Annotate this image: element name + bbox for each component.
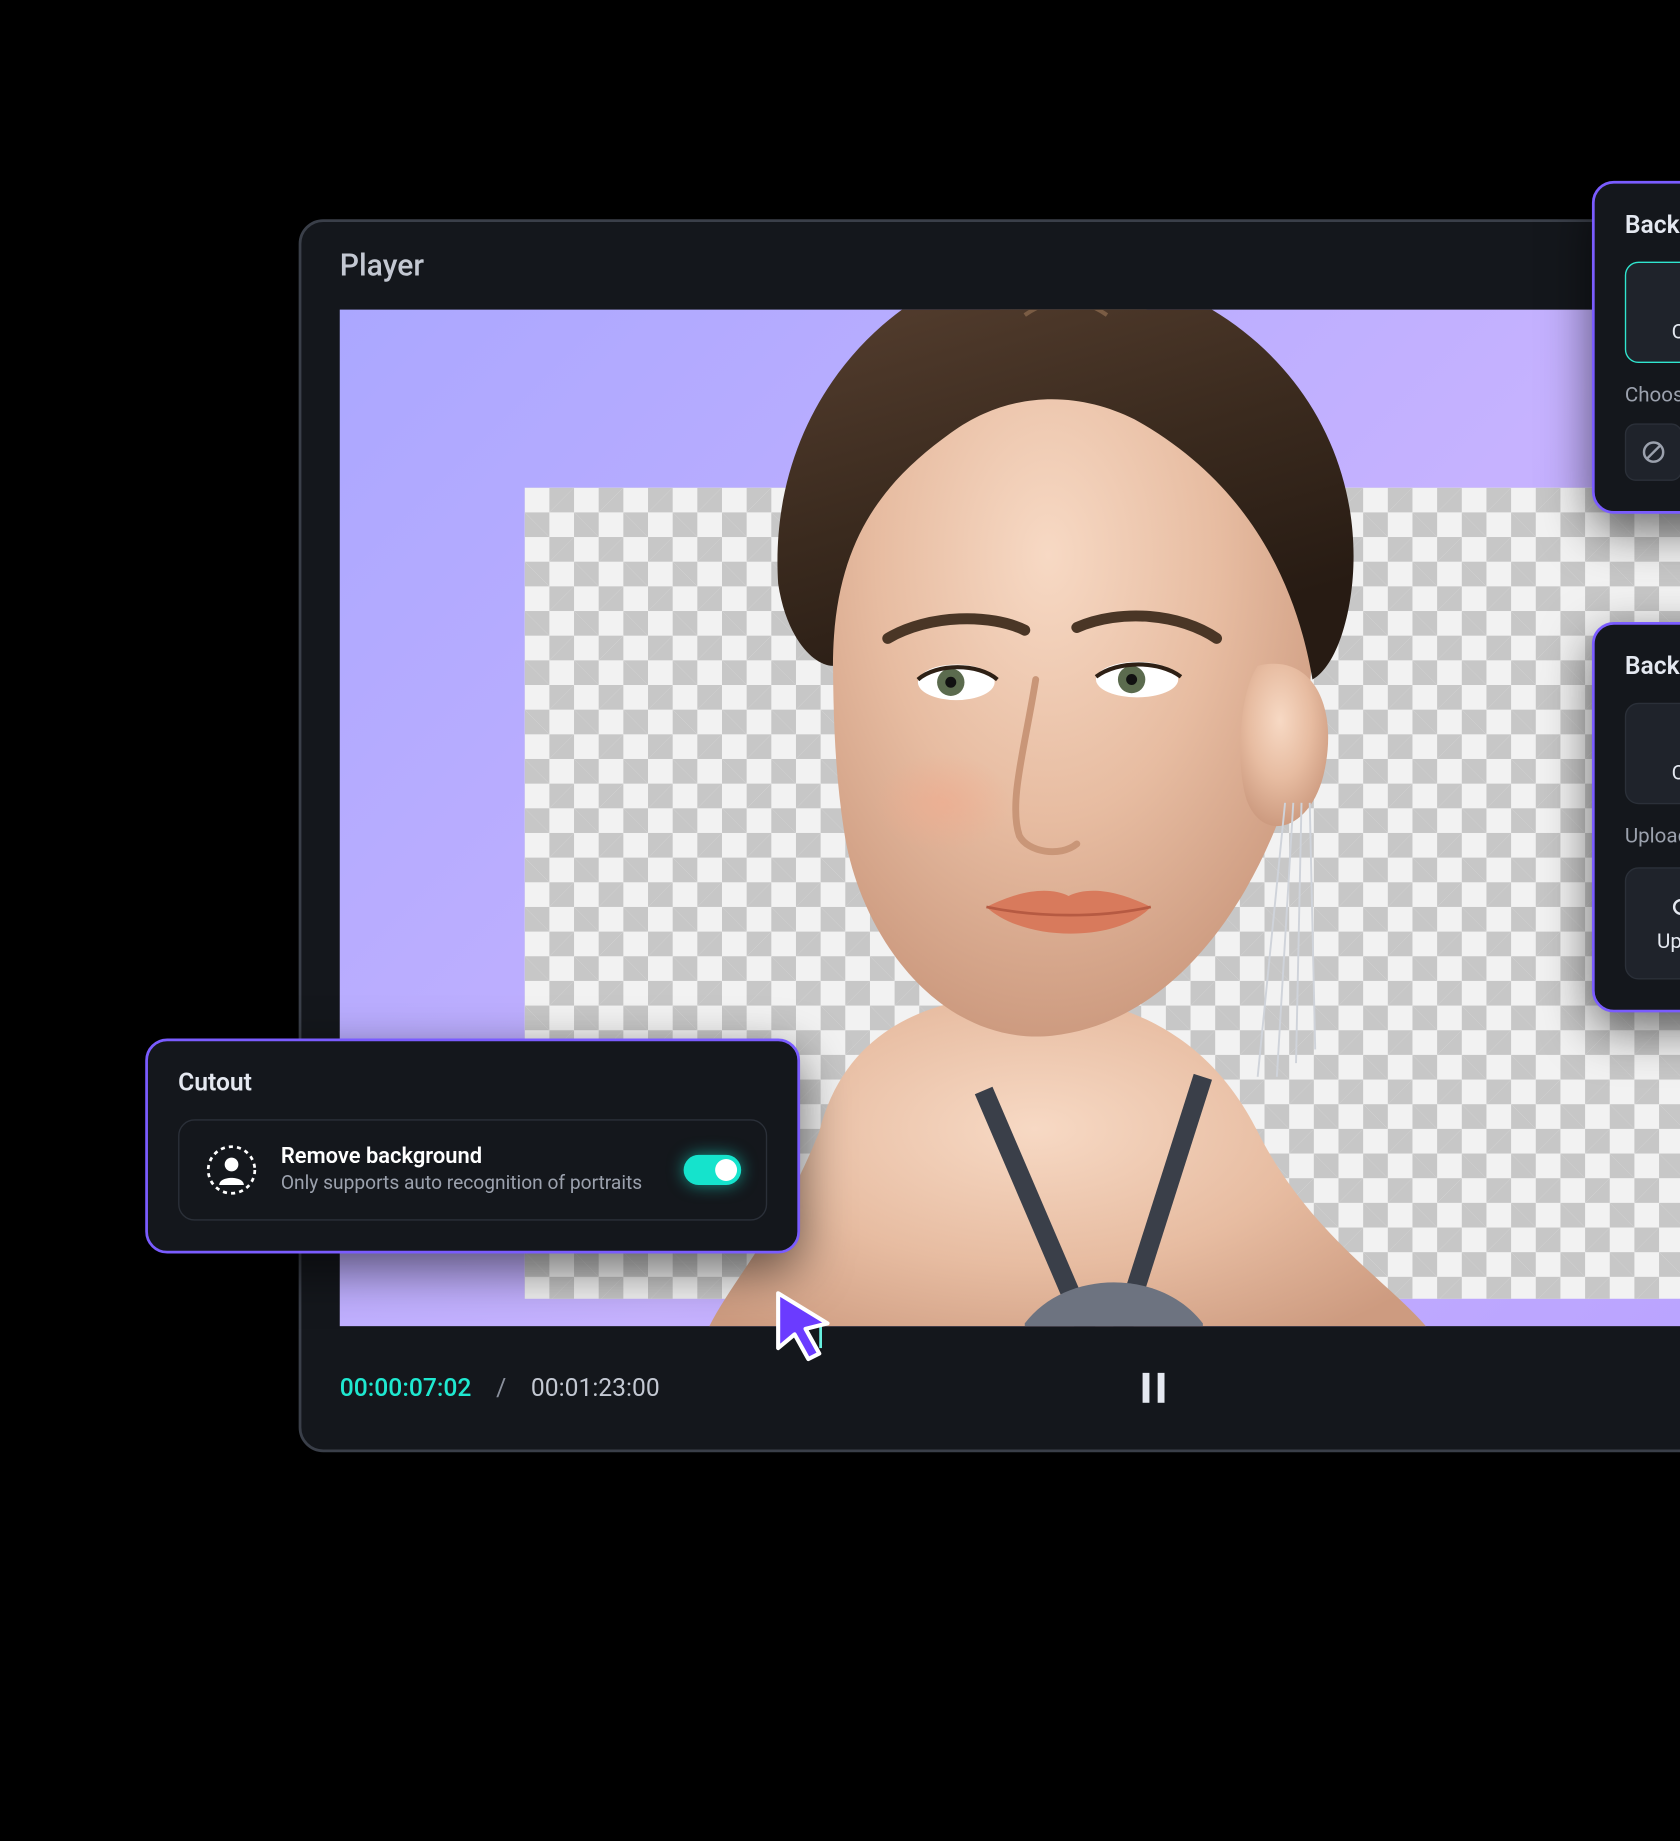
background-panel-image: Background Color Image Video Upload an i… [1592,622,1680,1012]
timecode-separator: / [496,1373,506,1402]
cutout-heading: Cutout [178,1069,767,1098]
remove-bg-toggle[interactable] [684,1155,742,1185]
transport-bar: 00:00:07:02 / 00:01:23:00 16:9 [301,1326,1680,1449]
timecode-current: 00:00:07:02 [340,1373,472,1402]
background-heading: Background [1625,211,1680,240]
player-window: Player [299,219,1680,1452]
bg2-tab-color[interactable]: Color [1625,703,1680,804]
no-color-icon [1640,438,1667,465]
bg-color-subtitle: Choose a background color [1625,382,1680,407]
background-panel-color: Background Color Image Video Choose a ba… [1592,181,1680,514]
color-swatch-row [1625,423,1680,481]
remove-bg-desc: Only supports auto recognition of portra… [281,1171,662,1197]
timecode-total: 00:01:23:00 [531,1373,660,1402]
upload-label: Upload [1657,929,1680,954]
cutout-panel: Cutout Remove background Only supports a… [145,1038,800,1253]
bg-image-subtitle: Upload an image as a background [1625,823,1680,848]
bg-tab-color-label: Color [1672,319,1680,344]
bg2-tab-color-label: Color [1672,760,1680,785]
background-heading-2: Background [1625,652,1680,681]
player-title: Player [301,222,1680,300]
remove-background-card: Remove background Only supports auto rec… [178,1119,767,1220]
upload-button[interactable]: Upload [1625,867,1680,979]
portrait-cutout-icon [204,1143,259,1198]
cloud-upload-icon [1673,893,1680,920]
swatch-none[interactable] [1625,423,1680,481]
pause-button[interactable] [1126,1360,1181,1415]
bg-tab-color[interactable]: Color [1625,262,1680,363]
remove-bg-title: Remove background [281,1143,662,1169]
